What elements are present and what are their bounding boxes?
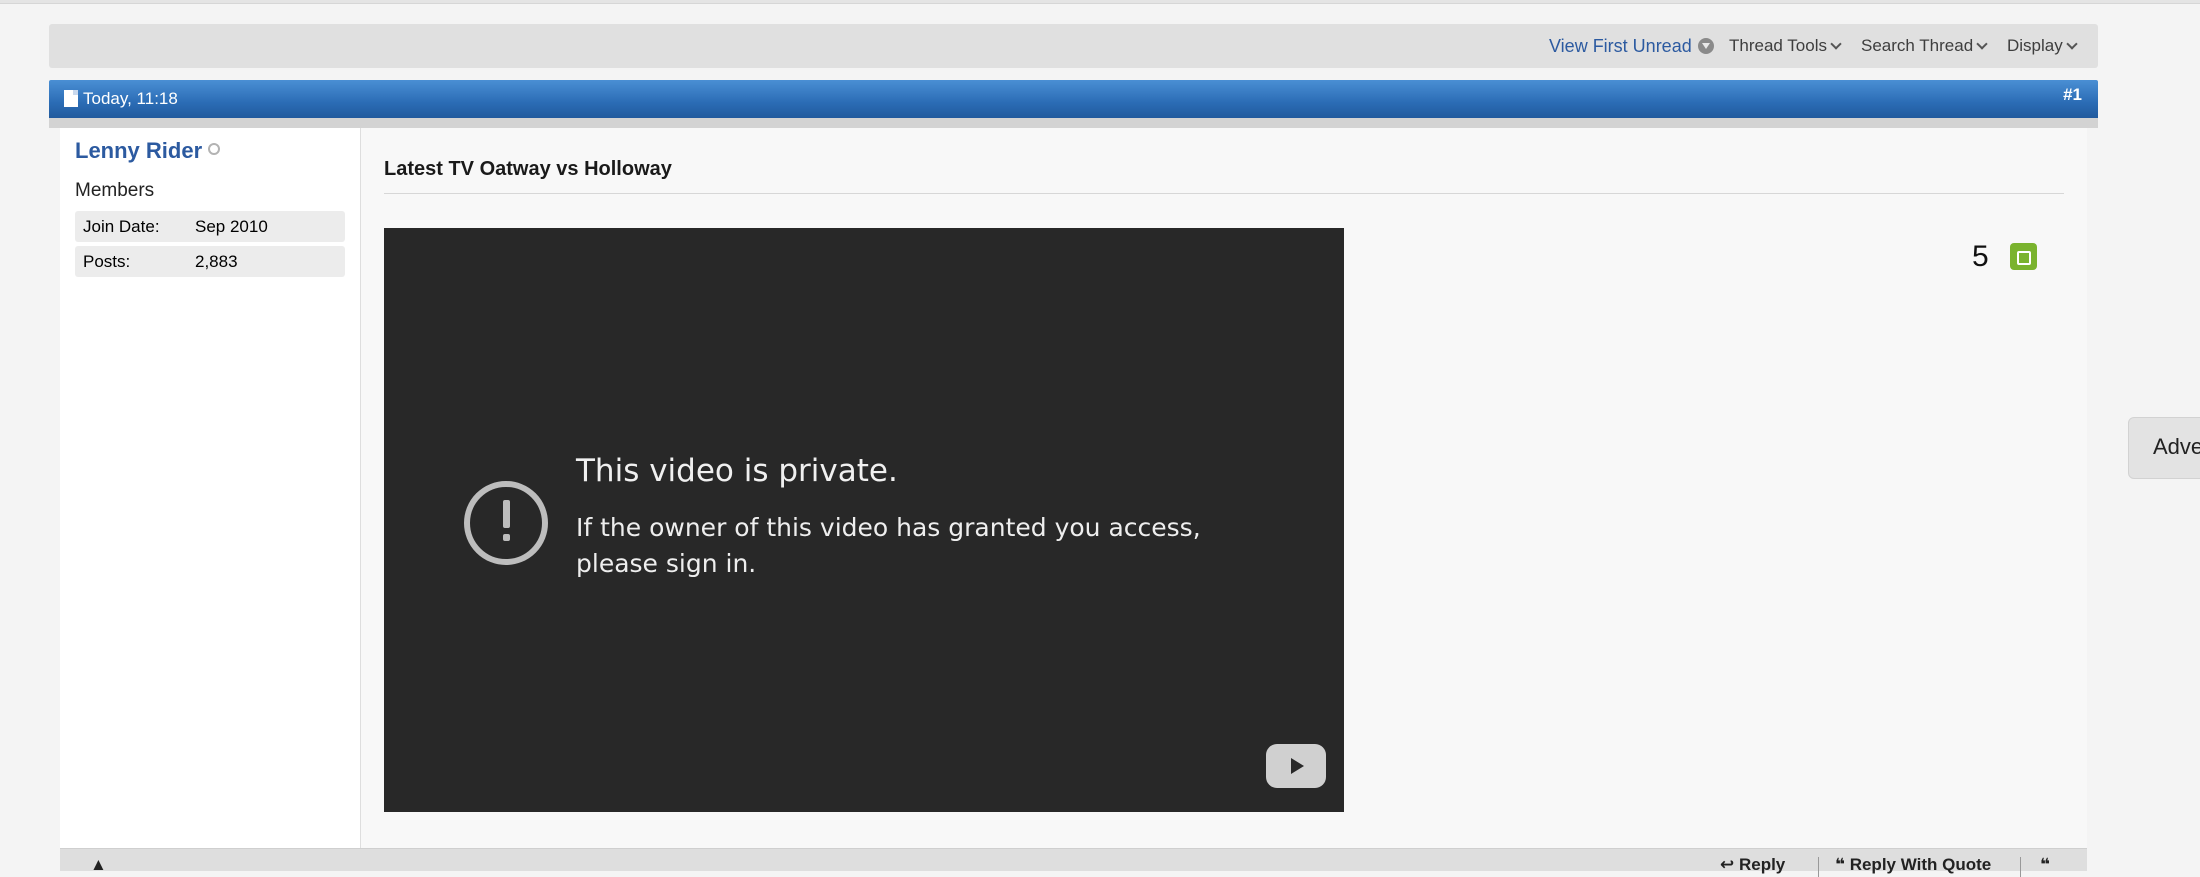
- thread-tools-menu[interactable]: Thread Tools: [1729, 24, 1842, 68]
- display-menu[interactable]: Display: [2007, 24, 2078, 68]
- chevron-down-icon: [2066, 38, 2078, 50]
- view-first-unread-label: View First Unread: [1549, 36, 1692, 56]
- youtube-play-icon[interactable]: [1266, 744, 1326, 788]
- reply-with-quote-button[interactable]: ❝ Reply With Quote: [1835, 855, 1991, 875]
- posts-stat: Posts: 2,883: [75, 246, 345, 277]
- username-link[interactable]: Lenny Rider: [75, 138, 221, 164]
- search-thread-label: Search Thread: [1861, 36, 1974, 55]
- advertisement-tab[interactable]: Adve: [2128, 417, 2200, 479]
- reply-label: Reply: [1738, 855, 1786, 874]
- thread-controls-bar: View First Unread Thread Tools Search Th…: [49, 24, 2098, 68]
- thread-tools-label: Thread Tools: [1729, 36, 1827, 55]
- view-first-unread-link[interactable]: View First Unread: [1549, 24, 1714, 68]
- scroll-up-icon[interactable]: ▲: [90, 855, 107, 875]
- reputation-count: 5: [1972, 240, 1989, 273]
- reply-button[interactable]: ↩ Reply: [1720, 855, 1785, 875]
- post-date-text: Today, 11:18: [83, 89, 178, 108]
- chevron-down-icon: [1830, 38, 1842, 50]
- posts-label: Posts:: [83, 252, 131, 271]
- post-content: Latest TV Oatway vs Holloway This video …: [384, 128, 2064, 848]
- posts-value: 2,883: [195, 252, 238, 271]
- username-text: Lenny Rider: [75, 138, 203, 163]
- multi-quote-icon[interactable]: ❝: [2040, 855, 2050, 875]
- reply-with-quote-label: Reply With Quote: [1849, 855, 1992, 874]
- embedded-video-player[interactable]: This video is private. If the owner of t…: [384, 228, 1344, 812]
- user-info-panel: Lenny Rider Members Join Date: Sep 2010 …: [60, 128, 361, 848]
- thumbs-up-icon[interactable]: [2010, 243, 2037, 270]
- join-date-stat: Join Date: Sep 2010: [75, 211, 345, 242]
- search-thread-menu[interactable]: Search Thread: [1861, 24, 1988, 68]
- video-error-title: This video is private.: [576, 453, 898, 489]
- video-error-message: If the owner of this video has granted y…: [576, 513, 1201, 578]
- offline-status-icon: [208, 143, 221, 155]
- footer-divider: [1818, 857, 1819, 877]
- document-icon: [64, 90, 78, 107]
- top-border: [0, 0, 2200, 4]
- post-header: Today, 11:18 #1: [49, 80, 2098, 118]
- post-title: Latest TV Oatway vs Holloway: [384, 158, 2064, 194]
- display-label: Display: [2007, 36, 2063, 55]
- join-date-label: Join Date:: [83, 217, 160, 236]
- post-header-underbar: [49, 118, 2098, 128]
- post-date: Today, 11:18: [64, 80, 178, 118]
- post-body: Lenny Rider Members Join Date: Sep 2010 …: [60, 128, 2087, 870]
- post-footer-bar: ▲ ↩ Reply ❝ Reply With Quote ❝: [60, 848, 2087, 877]
- exclamation-circle-icon: [464, 481, 548, 565]
- join-date-value: Sep 2010: [195, 217, 268, 236]
- footer-divider: [2020, 857, 2021, 877]
- chevron-down-icon: [1976, 38, 1988, 50]
- user-title: Members: [75, 180, 155, 201]
- post-number-link[interactable]: #1: [2063, 80, 2082, 110]
- advertisement-tab-label: Adve: [2153, 434, 2200, 459]
- down-arrow-circle-icon: [1697, 38, 1714, 54]
